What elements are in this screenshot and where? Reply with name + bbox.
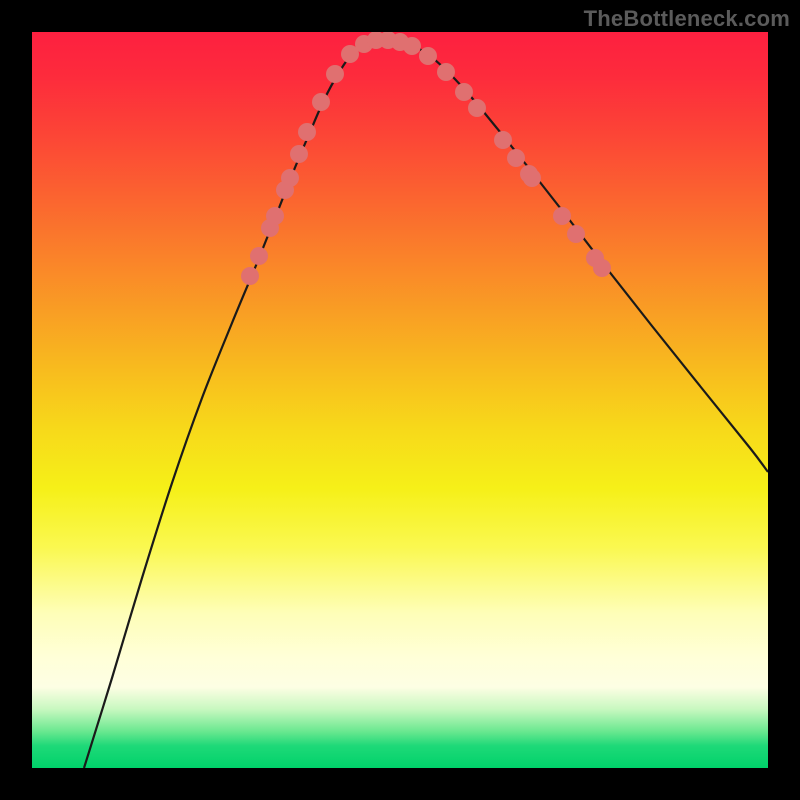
highlight-dot — [403, 37, 421, 55]
highlight-dot — [507, 149, 525, 167]
chart-svg — [32, 32, 768, 768]
highlight-dot — [494, 131, 512, 149]
chart-frame: TheBottleneck.com — [0, 0, 800, 800]
highlight-dot — [312, 93, 330, 111]
highlight-dot — [455, 83, 473, 101]
highlight-dot — [266, 207, 284, 225]
plot-area — [32, 32, 768, 768]
highlight-dot — [437, 63, 455, 81]
watermark-text: TheBottleneck.com — [584, 6, 790, 32]
highlight-dot — [281, 169, 299, 187]
highlight-dot — [419, 47, 437, 65]
highlight-dot — [593, 259, 611, 277]
highlight-dot — [298, 123, 316, 141]
highlight-dot — [523, 169, 541, 187]
highlight-dot — [326, 65, 344, 83]
highlight-dot — [290, 145, 308, 163]
bottleneck-curve — [84, 38, 768, 768]
highlight-dot — [567, 225, 585, 243]
highlight-dots — [241, 32, 611, 285]
highlight-dot — [553, 207, 571, 225]
highlight-dot — [250, 247, 268, 265]
highlight-dot — [468, 99, 486, 117]
highlight-dot — [241, 267, 259, 285]
